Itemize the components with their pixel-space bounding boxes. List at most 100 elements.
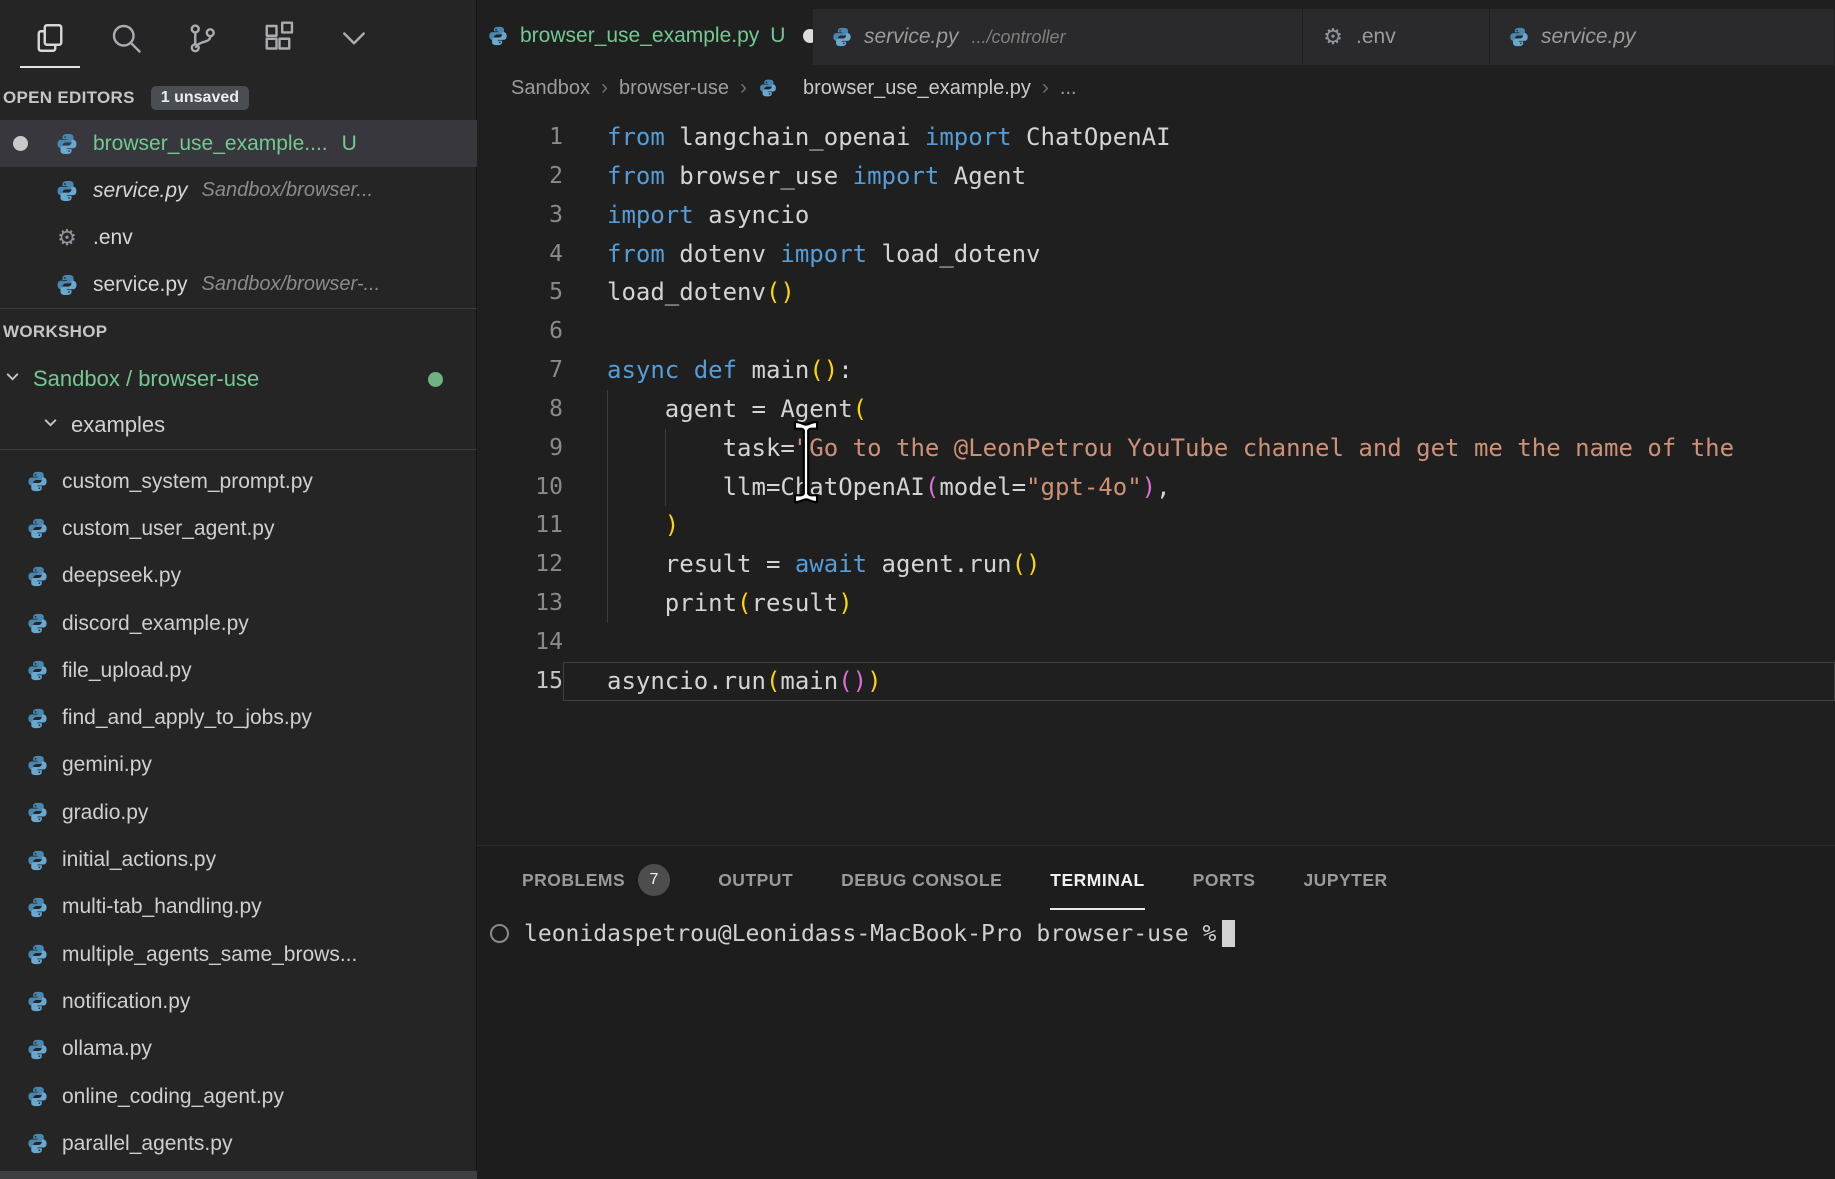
tab-service.py[interactable]: service.py [1490, 9, 1835, 65]
code-token: import [853, 162, 940, 190]
file-item-online_coding_agent.py[interactable]: online_coding_agent.py [0, 1073, 477, 1120]
code-token: asyncio [694, 201, 810, 229]
panel-tab-ports[interactable]: PORTS [1193, 846, 1256, 910]
open-editor-item-service.py[interactable]: service.pySandbox/browser... [0, 167, 477, 214]
file-item-deepseek.py[interactable]: deepseek.py [0, 553, 477, 600]
python-icon [26, 754, 49, 777]
file-label: file_upload.py [62, 659, 192, 683]
code-token: import [607, 201, 694, 229]
python-icon [26, 990, 49, 1013]
bottom-panel: PROBLEMS7 OUTPUT DEBUG CONSOLE TERMINAL PORT… [477, 845, 1835, 1179]
file-item-multi-tab_handling.py[interactable]: multi-tab_handling.py [0, 884, 477, 931]
open-editors-header[interactable]: OPEN EDITORS 1 unsaved [0, 82, 477, 114]
file-item-custom_user_agent.py[interactable]: custom_user_agent.py [0, 505, 477, 552]
tab-description: .../controller [972, 27, 1066, 48]
code-token: "gpt-4o" [1026, 473, 1142, 501]
file-item-gradio.py[interactable]: gradio.py [0, 789, 477, 836]
open-editors-title: OPEN EDITORS [3, 88, 135, 108]
gear-icon: ⚙ [1321, 25, 1345, 49]
tab-label: .env [1356, 25, 1396, 49]
chevron-down-icon[interactable] [330, 14, 378, 62]
workshop-title: WORKSHOP [3, 322, 107, 342]
file-label: gemini.py [62, 753, 152, 777]
panel-tab-label: OUTPUT [718, 870, 793, 891]
explorer-icon[interactable] [26, 14, 74, 62]
code-text: ) [563, 506, 1835, 545]
file-item-discord_example.py[interactable]: discord_example.py [0, 600, 477, 647]
code-token: dotenv [665, 240, 781, 268]
panel-tab-label: DEBUG CONSOLE [841, 870, 1002, 891]
code-token: result [752, 589, 839, 617]
breadcrumb: Sandbox›browser-use› browser_use_example… [477, 67, 1835, 109]
tree-item-root-folder[interactable]: Sandbox / browser-use [0, 356, 477, 402]
code-token: from [607, 123, 665, 151]
code-token: load_dotenv [607, 278, 766, 306]
python-icon [26, 943, 49, 966]
line-number: 11 [477, 506, 563, 545]
extensions-icon[interactable] [254, 14, 302, 62]
file-item-custom_system_prompt.py[interactable]: custom_system_prompt.py [0, 458, 477, 505]
file-item-parallel_agents.py[interactable]: parallel_agents.py [0, 1120, 477, 1167]
code-token: import [925, 123, 1012, 151]
chevron-down-icon [4, 368, 21, 390]
breadcrumb-item-Sandbox[interactable]: Sandbox [511, 77, 590, 100]
code-text: asyncio.run(main()) [563, 662, 1835, 701]
code-text: result = await agent.run() [563, 545, 1835, 584]
breadcrumb-item-...[interactable]: ... [1060, 77, 1077, 100]
code-token: : [838, 356, 852, 384]
sidebar: OPEN EDITORS 1 unsaved browser_use_examp… [0, 0, 477, 1179]
code-token: main [737, 356, 809, 384]
file-item-initial_actions.py[interactable]: initial_actions.py [0, 836, 477, 883]
file-item-gemini.py[interactable]: gemini.py [0, 742, 477, 789]
sidebar-horizontal-scrollbar[interactable] [0, 1171, 477, 1179]
python-icon [26, 849, 49, 872]
tab-service.py[interactable]: service.py.../controller [813, 9, 1303, 65]
code-token: async [607, 356, 679, 384]
code-text: from dotenv import load_dotenv [563, 235, 1835, 274]
code-text: llm=ChatOpenAI(model="gpt-4o"), [563, 468, 1835, 507]
breadcrumb-item-browser_use_example.py[interactable]: browser_use_example.py [803, 77, 1031, 100]
code-token: langchain_openai [665, 123, 925, 151]
file-label: ollama.py [62, 1037, 152, 1061]
indent-guide [607, 468, 608, 507]
file-item-file_upload.py[interactable]: file_upload.py [0, 647, 477, 694]
git-status-letter: U [770, 24, 785, 48]
open-editor-item-service.py[interactable]: service.pySandbox/browser-... [0, 261, 477, 308]
indent-guide [607, 506, 608, 545]
code-line-6: 6 [477, 312, 1835, 351]
tab-browser_use_example.py[interactable]: browser_use_example.pyU [477, 0, 813, 67]
tab-.env[interactable]: ⚙ .env [1303, 9, 1490, 65]
file-item-find_and_apply_to_jobs.py[interactable]: find_and_apply_to_jobs.py [0, 694, 477, 741]
python-icon [26, 1132, 49, 1155]
python-icon [26, 470, 49, 493]
unsaved-dot-icon[interactable] [803, 29, 813, 43]
file-label: gradio.py [62, 801, 148, 825]
file-item-multiple_agents_same_brows...[interactable]: multiple_agents_same_brows... [0, 931, 477, 978]
panel-tab-problems[interactable]: PROBLEMS7 [522, 846, 670, 910]
terminal[interactable]: leonidaspetrou@Leonidass-MacBook-Pro bro… [490, 920, 1235, 947]
panel-tab-jupyter[interactable]: JUPYTER [1303, 846, 1387, 910]
code-token: ( [737, 589, 751, 617]
line-number: 15 [477, 662, 563, 701]
examples-folder-label: examples [71, 412, 165, 438]
code-line-13: 13 print(result) [477, 584, 1835, 623]
tree-item-examples-folder[interactable]: examples [0, 402, 477, 448]
workshop-header[interactable]: WORKSHOP [0, 316, 477, 348]
line-number: 12 [477, 545, 563, 584]
code-editor[interactable]: 1from langchain_openai import ChatOpenAI… [477, 118, 1835, 728]
search-icon[interactable] [102, 14, 150, 62]
git-status-letter: U [342, 132, 357, 156]
panel-tab-output[interactable]: OUTPUT [718, 846, 793, 910]
chevron-right-icon: › [1042, 76, 1049, 100]
file-item-notification.py[interactable]: notification.py [0, 978, 477, 1025]
panel-tab-terminal[interactable]: TERMINAL [1050, 846, 1144, 910]
file-item-ollama.py[interactable]: ollama.py [0, 1026, 477, 1073]
breadcrumb-item-browser-use[interactable]: browser-use [619, 77, 729, 100]
panel-tab-debug-console[interactable]: DEBUG CONSOLE [841, 846, 1002, 910]
file-label: parallel_agents.py [62, 1132, 232, 1156]
open-editor-item-.env[interactable]: ⚙.env [0, 214, 477, 261]
code-token: print [607, 589, 737, 617]
code-token: ( [925, 473, 939, 501]
source-control-icon[interactable] [178, 14, 226, 62]
open-editor-item-browser_use_example....[interactable]: browser_use_example....U [0, 120, 477, 167]
